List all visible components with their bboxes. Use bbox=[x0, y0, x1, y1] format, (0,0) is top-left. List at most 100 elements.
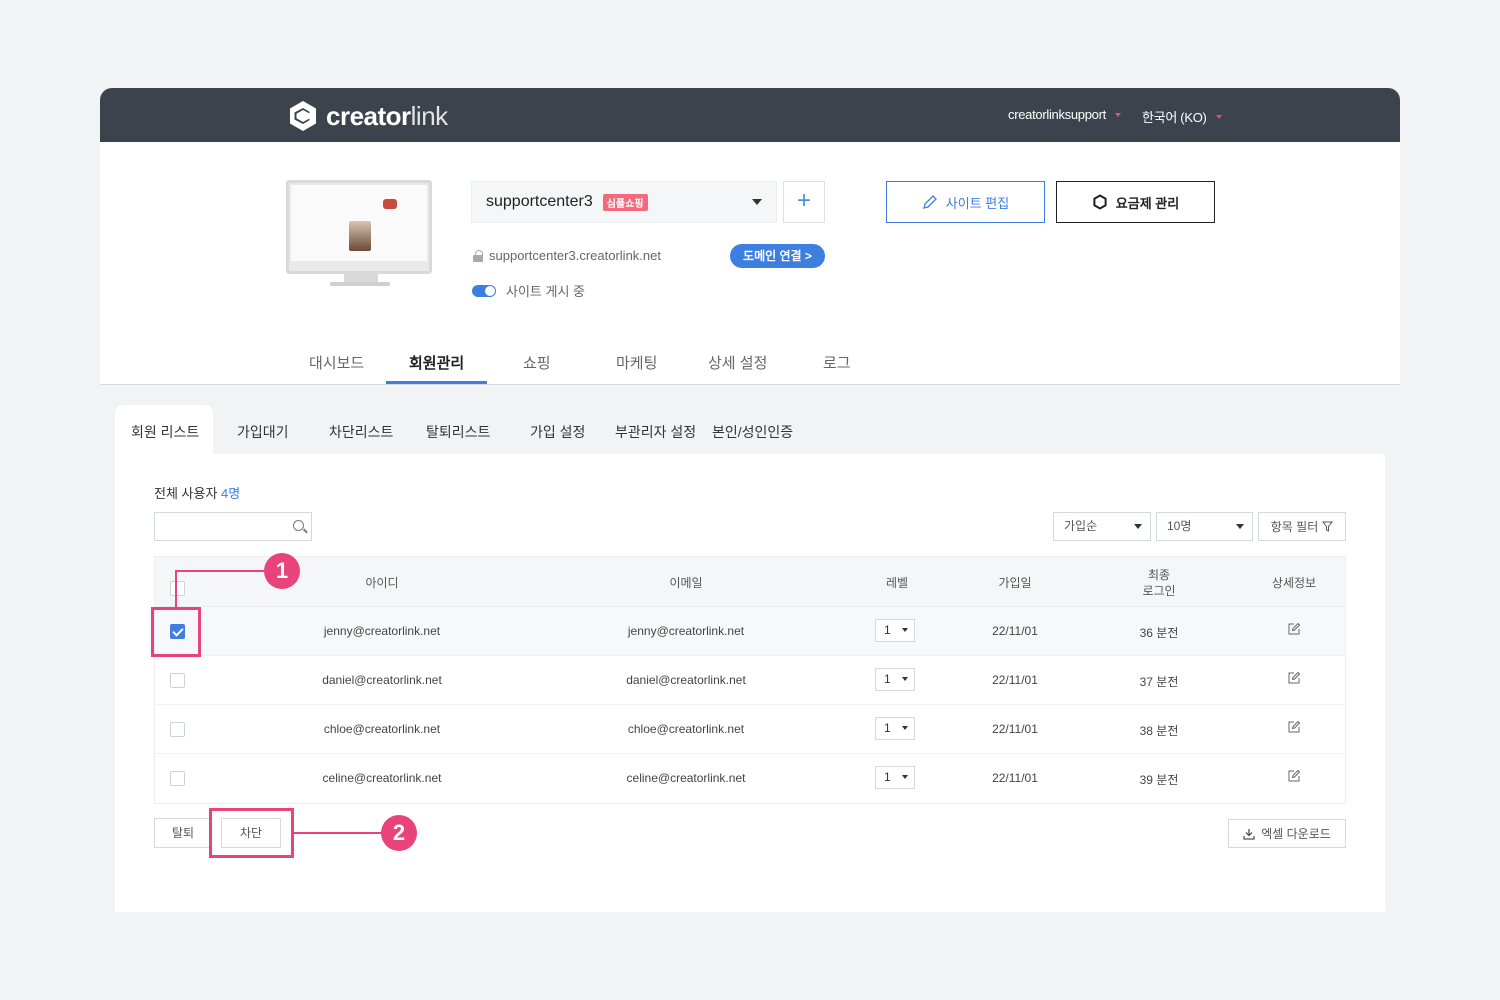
creatorlink-logo[interactable]: creatorlink bbox=[288, 100, 448, 132]
table-row[interactable]: daniel@creatorlink.net daniel@creatorlin… bbox=[155, 656, 1345, 705]
table-row[interactable]: celine@creatorlink.net celine@creatorlin… bbox=[155, 754, 1345, 803]
excel-download-label: 엑셀 다운로드 bbox=[1261, 827, 1331, 841]
app-window: creatorlink creatorlinksupport 한국어 (KO) … bbox=[100, 88, 1400, 912]
row-level-value: 1 bbox=[884, 672, 891, 686]
site-url[interactable]: supportcenter3.creatorlink.net bbox=[489, 248, 661, 263]
site-selector[interactable]: supportcenter3 심플쇼핑 bbox=[471, 181, 777, 223]
tab-shopping[interactable]: 쇼핑 bbox=[523, 352, 551, 373]
plan-manage-label: 요금제 관리 bbox=[1115, 195, 1180, 211]
row-level-value: 1 bbox=[884, 721, 891, 735]
logo-text-bold: creator bbox=[326, 100, 411, 131]
header-level[interactable]: 레벨 bbox=[886, 575, 908, 591]
header-last-login-line1: 최종 bbox=[1147, 568, 1171, 582]
gear-icon bbox=[1093, 194, 1107, 210]
domain-connect-button[interactable]: 도메인 연결 > bbox=[730, 244, 825, 268]
logo-text-light: link bbox=[410, 100, 449, 131]
subtab-signup-settings[interactable]: 가입 설정 bbox=[530, 422, 585, 442]
tab-detail-settings[interactable]: 상세 설정 bbox=[708, 352, 767, 373]
subtab-blocked[interactable]: 차단리스트 bbox=[329, 422, 393, 442]
filter-icon bbox=[1322, 521, 1334, 532]
callout-1-horizontal-line bbox=[175, 570, 265, 572]
page-size-value: 10명 bbox=[1167, 519, 1192, 533]
plan-badge: 심플쇼핑 bbox=[602, 193, 648, 211]
row-level-select[interactable]: 1 bbox=[875, 717, 915, 740]
language-caret-icon bbox=[1215, 114, 1222, 119]
row-level-select[interactable]: 1 bbox=[875, 619, 915, 642]
column-filter-button[interactable]: 항목 필터 bbox=[1258, 512, 1346, 541]
creatorlink-logo-icon bbox=[290, 101, 316, 131]
row-checkbox[interactable] bbox=[170, 722, 185, 737]
row-checkbox[interactable] bbox=[170, 771, 185, 786]
step-2-marker: 2 bbox=[381, 815, 417, 851]
page-size-caret-icon bbox=[1236, 524, 1244, 529]
site-edit-button[interactable]: 사이트 편집 bbox=[886, 181, 1045, 223]
excel-download-button[interactable]: 엑셀 다운로드 bbox=[1228, 819, 1346, 848]
table-header: 아이디 이메일 레벨 가입일 최종 로그인 상세정보 bbox=[155, 557, 1345, 607]
total-users: 전체 사용자 4명 bbox=[154, 483, 240, 502]
highlight-block-button bbox=[209, 808, 294, 858]
row-level-select[interactable]: 1 bbox=[875, 766, 915, 789]
edit-detail-icon[interactable] bbox=[1288, 623, 1300, 635]
site-thumbnail[interactable] bbox=[286, 180, 434, 286]
row-last-login: 38 분전 bbox=[1139, 724, 1179, 738]
active-tab-indicator bbox=[386, 381, 487, 384]
total-users-label: 전체 사용자 bbox=[154, 486, 218, 501]
add-site-button[interactable]: + bbox=[783, 181, 825, 223]
user-menu-caret-icon bbox=[1114, 112, 1121, 117]
publish-status-row: 사이트 게시 중 bbox=[472, 281, 585, 300]
callout-1-vertical-line bbox=[175, 571, 177, 607]
site-url-row: supportcenter3.creatorlink.net bbox=[473, 248, 661, 263]
row-joined: 22/11/01 bbox=[992, 624, 1038, 638]
monitor-base bbox=[330, 282, 390, 286]
sort-caret-icon bbox=[1134, 524, 1142, 529]
row-joined: 22/11/01 bbox=[992, 722, 1038, 736]
subtab-sub-admin[interactable]: 부관리자 설정 bbox=[615, 422, 696, 442]
search-input[interactable] bbox=[155, 513, 285, 540]
monitor-stand bbox=[344, 274, 378, 282]
subtab-withdrawn[interactable]: 탈퇴리스트 bbox=[426, 422, 490, 442]
row-email: daniel@creatorlink.net bbox=[626, 673, 746, 687]
thumbnail-cup-image bbox=[349, 221, 371, 251]
page-size-select[interactable]: 10명 bbox=[1156, 512, 1253, 541]
monitor-screen bbox=[291, 185, 427, 261]
row-last-login: 36 분전 bbox=[1139, 626, 1179, 640]
publish-toggle[interactable] bbox=[472, 284, 496, 297]
header-email[interactable]: 이메일 bbox=[669, 575, 702, 591]
row-level-select[interactable]: 1 bbox=[875, 668, 915, 691]
select-all-checkbox[interactable] bbox=[170, 581, 185, 596]
step-1-marker: 1 bbox=[264, 553, 300, 589]
row-checkbox[interactable] bbox=[170, 673, 185, 688]
withdraw-button[interactable]: 탈퇴 bbox=[154, 818, 212, 848]
edit-detail-icon[interactable] bbox=[1288, 672, 1300, 684]
tab-log[interactable]: 로그 bbox=[823, 352, 851, 373]
subtab-pending[interactable]: 가입대기 bbox=[237, 422, 289, 442]
tab-members[interactable]: 회원관리 bbox=[409, 352, 464, 373]
level-caret-icon bbox=[902, 775, 908, 779]
row-id: daniel@creatorlink.net bbox=[322, 673, 442, 687]
table-row[interactable]: chloe@creatorlink.net chloe@creatorlink.… bbox=[155, 705, 1345, 754]
row-last-login: 37 분전 bbox=[1139, 675, 1179, 689]
subtab-verification[interactable]: 본인/성인인증 bbox=[712, 422, 793, 442]
row-joined: 22/11/01 bbox=[992, 771, 1038, 785]
header-joined[interactable]: 가입일 bbox=[998, 575, 1031, 591]
row-email: celine@creatorlink.net bbox=[626, 771, 746, 785]
thumbnail-accent bbox=[383, 199, 397, 209]
tab-dashboard[interactable]: 대시보드 bbox=[309, 352, 364, 373]
header-id[interactable]: 아이디 bbox=[365, 575, 398, 591]
user-menu[interactable]: creatorlinksupport bbox=[1008, 107, 1121, 122]
tab-marketing[interactable]: 마케팅 bbox=[616, 352, 657, 373]
site-dropdown-caret-icon bbox=[752, 199, 762, 205]
header-last-login[interactable]: 최종 로그인 bbox=[1142, 567, 1175, 599]
language-menu[interactable]: 한국어 (KO) bbox=[1142, 107, 1222, 126]
site-name: supportcenter3 bbox=[486, 193, 593, 210]
level-caret-icon bbox=[902, 726, 908, 730]
plan-manage-button[interactable]: 요금제 관리 bbox=[1056, 181, 1215, 223]
sort-select-value: 가입순 bbox=[1064, 519, 1098, 533]
search-icon[interactable] bbox=[293, 520, 304, 531]
edit-detail-icon[interactable] bbox=[1288, 770, 1300, 782]
header-last-login-line2: 로그인 bbox=[1142, 584, 1176, 598]
table-row[interactable]: jenny@creatorlink.net jenny@creatorlink.… bbox=[155, 607, 1345, 656]
subtab-member-list[interactable]: 회원 리스트 bbox=[131, 422, 199, 442]
sort-select[interactable]: 가입순 bbox=[1053, 512, 1151, 541]
edit-detail-icon[interactable] bbox=[1288, 721, 1300, 733]
